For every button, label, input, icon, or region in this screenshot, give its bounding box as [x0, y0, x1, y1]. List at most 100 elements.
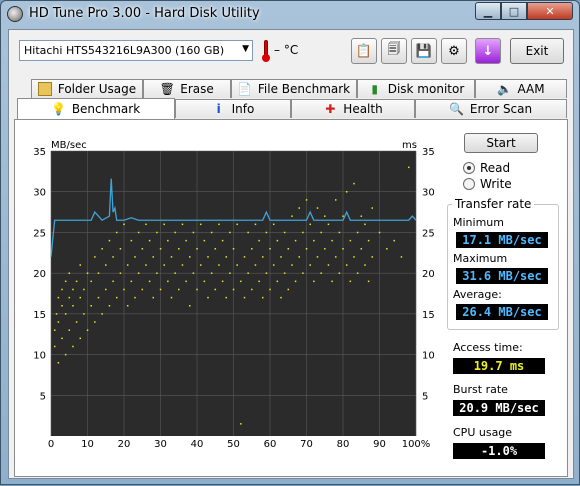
- access-time-point: [276, 239, 279, 242]
- access-time-point: [265, 272, 268, 274]
- access-time-point: [185, 239, 187, 242]
- access-time-point: [79, 296, 81, 299]
- access-time-point: [313, 280, 315, 283]
- access-time-point: [159, 248, 162, 250]
- access-time-point: [345, 191, 348, 193]
- access-time-point: [225, 256, 227, 258]
- access-time-point: [68, 272, 71, 274]
- y-right-tick-label: 25: [422, 228, 435, 239]
- access-time-point: [152, 296, 154, 299]
- access-time-point: [163, 223, 165, 226]
- access-time-point: [218, 223, 220, 226]
- access-time-point: [207, 296, 209, 299]
- access-time-point: [210, 272, 213, 274]
- access-time-point: [108, 305, 111, 307]
- access-time-point: [119, 248, 122, 250]
- cpu-usage-value: -1.0%: [453, 443, 545, 459]
- access-time-point: [64, 280, 67, 283]
- access-time-point: [123, 288, 125, 291]
- access-time-point: [316, 207, 319, 209]
- write-radio[interactable]: Write: [463, 177, 543, 191]
- y-right-tick-label: 10: [422, 351, 435, 362]
- y-right-tick-label: 20: [422, 269, 435, 280]
- burst-rate-label: Burst rate: [453, 383, 508, 396]
- access-time-point: [112, 280, 114, 283]
- access-time-point: [53, 329, 56, 331]
- access-time-point: [178, 288, 180, 291]
- access-time-point: [68, 296, 71, 299]
- x-tick-label: 40: [191, 439, 204, 450]
- access-time-point: [116, 231, 118, 234]
- access-time-point: [258, 239, 260, 242]
- access-time-point: [236, 223, 238, 226]
- access-time-point: [335, 199, 337, 201]
- access-time-point: [119, 272, 122, 274]
- access-time-point: [320, 272, 322, 274]
- access-time-point: [269, 248, 271, 250]
- access-time-point: [298, 207, 300, 209]
- x-tick-label: 60: [264, 439, 277, 450]
- access-time-point: [371, 256, 373, 258]
- access-time-point: [72, 305, 74, 307]
- access-time-point: [272, 264, 275, 266]
- access-time-point: [265, 231, 268, 234]
- access-time-point: [97, 272, 100, 274]
- access-time-point: [229, 231, 231, 234]
- access-time-point: [72, 345, 74, 348]
- tab-benchmark[interactable]: 💡 Benchmark: [17, 98, 175, 119]
- access-time-point: [269, 288, 271, 291]
- y-left-tick-label: 30: [33, 188, 46, 199]
- x-tick-label: 30: [154, 439, 167, 450]
- access-time-label: Access time:: [453, 341, 523, 354]
- access-time-point: [97, 296, 100, 299]
- access-time-point: [145, 223, 147, 226]
- access-time-point: [210, 231, 213, 234]
- start-button[interactable]: Start: [464, 133, 538, 153]
- access-time-point: [167, 239, 169, 242]
- access-time-point: [356, 272, 359, 274]
- y-right-tick-label: 35: [422, 147, 435, 158]
- access-time-point: [294, 280, 297, 283]
- access-time-point: [83, 313, 85, 315]
- access-time-point: [75, 280, 78, 283]
- access-time-point: [386, 248, 388, 250]
- access-time-point: [55, 313, 58, 315]
- access-time-point: [214, 288, 217, 291]
- access-time-point: [313, 239, 315, 242]
- cpu-usage-label: CPU usage: [453, 426, 513, 439]
- access-time-point: [170, 256, 173, 258]
- access-time-point: [353, 182, 355, 185]
- access-time-point: [68, 329, 71, 331]
- transfer-rate-title: Transfer rate: [452, 197, 535, 211]
- access-time-point: [309, 264, 311, 266]
- access-time-point: [378, 231, 381, 234]
- access-time-point: [79, 337, 81, 340]
- read-radio[interactable]: Read: [463, 161, 543, 175]
- access-time-point: [353, 256, 355, 258]
- maximum-value: 31.6 MB/sec: [456, 268, 548, 284]
- access-time-point: [324, 248, 326, 250]
- access-time-point: [232, 248, 235, 250]
- access-time-value: 19.7 ms: [453, 358, 545, 374]
- access-time-point: [174, 272, 176, 274]
- y-left-tick-label: 25: [33, 228, 46, 239]
- access-time-point: [262, 256, 264, 258]
- access-time-point: [291, 215, 293, 217]
- access-time-point: [64, 353, 67, 356]
- access-time-point: [364, 264, 366, 266]
- access-time-point: [185, 280, 187, 283]
- access-time-point: [345, 264, 348, 266]
- access-time-point: [360, 248, 363, 250]
- lightbulb-icon: 💡: [51, 102, 67, 116]
- access-time-point: [243, 296, 246, 299]
- access-time-point: [214, 248, 217, 250]
- access-time-point: [192, 272, 195, 274]
- burst-rate-value: 20.9 MB/sec: [453, 400, 545, 416]
- access-time-point: [181, 264, 184, 266]
- access-time-point: [240, 280, 242, 283]
- access-time-point: [327, 264, 330, 266]
- access-time-point: [305, 199, 308, 201]
- access-time-point: [163, 264, 165, 266]
- y-left-tick-label: 35: [33, 147, 46, 158]
- access-time-point: [338, 272, 341, 274]
